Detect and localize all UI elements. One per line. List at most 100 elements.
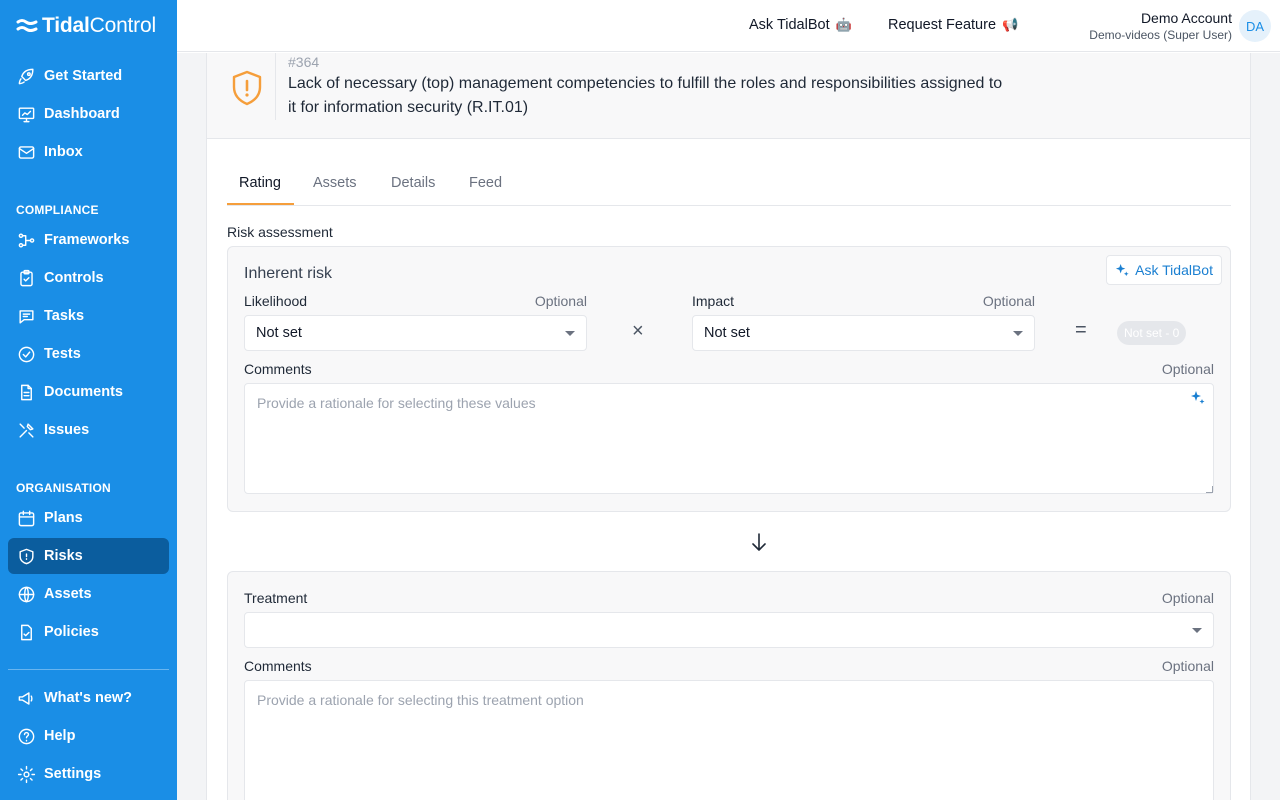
- sidebar-item-whats-new[interactable]: What's new?: [8, 680, 169, 716]
- robot-icon: 🤖: [835, 17, 852, 32]
- sidebar-item-tasks[interactable]: Tasks: [8, 298, 169, 334]
- topbar: Ask TidalBot 🤖 Request Feature 📢 Demo Ac…: [177, 0, 1280, 52]
- clipboard-icon: [16, 268, 36, 288]
- sidebar: TidalControl Get Started Dashboard Inbox…: [0, 0, 177, 800]
- section-label-compliance: COMPLIANCE: [16, 203, 99, 217]
- treatment-panel: Treatment Optional Comments Optional Pro…: [227, 571, 1231, 800]
- chevron-down-icon: [1013, 331, 1023, 336]
- treatment-select[interactable]: [244, 612, 1214, 648]
- globe-icon: [16, 584, 36, 604]
- sidebar-item-label: Tests: [44, 346, 81, 362]
- megaphone-icon: 📢: [1002, 17, 1019, 32]
- flow-icon: [16, 230, 36, 250]
- sidebar-item-label: Inbox: [44, 144, 83, 160]
- sidebar-item-label: Plans: [44, 510, 83, 526]
- sidebar-item-risks[interactable]: Risks: [8, 538, 169, 574]
- calendar-icon: [16, 508, 36, 528]
- sidebar-item-controls[interactable]: Controls: [8, 260, 169, 296]
- sidebar-item-label: Risks: [44, 548, 83, 564]
- inherent-score-badge: Not set - 0: [1117, 321, 1187, 345]
- treatment-comments-textarea[interactable]: Provide a rationale for selecting this t…: [244, 680, 1214, 800]
- sidebar-item-assets[interactable]: Assets: [8, 576, 169, 612]
- sparkle-icon[interactable]: [1190, 390, 1206, 406]
- likelihood-value: Not set: [256, 325, 302, 341]
- account-name: Demo Account: [1140, 10, 1232, 26]
- sidebar-item-label: Assets: [44, 586, 92, 602]
- sidebar-item-label: Help: [44, 728, 76, 744]
- active-tab-indicator: [227, 203, 294, 205]
- tab-feed[interactable]: Feed: [469, 175, 502, 191]
- megaphone-icon: [16, 688, 36, 708]
- comments-optional: Optional: [1161, 361, 1214, 377]
- account-menu[interactable]: Demo Account Demo-videos (Super User): [1089, 10, 1232, 42]
- sidebar-item-dashboard[interactable]: Dashboard: [8, 96, 169, 132]
- avatar[interactable]: DA: [1239, 10, 1271, 42]
- shield-warning-icon: [232, 70, 262, 106]
- document-icon: [16, 382, 36, 402]
- account-subtitle: Demo-videos (Super User): [1089, 28, 1232, 42]
- sidebar-item-label: Controls: [44, 270, 104, 286]
- main-content: #364 Lack of necessary (top) management …: [177, 53, 1280, 800]
- chat-icon: [16, 306, 36, 326]
- brand-name: TidalControl: [42, 14, 156, 37]
- sidebar-item-frameworks[interactable]: Frameworks: [8, 222, 169, 258]
- gear-icon: [16, 764, 36, 784]
- risk-assessment-heading: Risk assessment: [227, 224, 333, 240]
- brand-logo[interactable]: TidalControl: [16, 14, 156, 38]
- sidebar-item-tests[interactable]: Tests: [8, 336, 169, 372]
- treatment-comments-optional: Optional: [1161, 658, 1214, 674]
- mail-icon: [16, 142, 36, 162]
- inherent-comments-textarea[interactable]: Provide a rationale for selecting these …: [244, 383, 1214, 494]
- tab-rating[interactable]: Rating: [239, 175, 281, 191]
- help-icon: [16, 726, 36, 746]
- risk-header: #364 Lack of necessary (top) management …: [207, 53, 1250, 139]
- sidebar-item-label: Tasks: [44, 308, 85, 324]
- impact-value: Not set: [704, 325, 750, 341]
- ask-tidalbot-button-label: Ask TidalBot: [1135, 262, 1213, 278]
- sidebar-item-settings[interactable]: Settings: [8, 756, 169, 792]
- likelihood-select[interactable]: Not set: [244, 315, 587, 351]
- rocket-icon: [16, 66, 36, 86]
- sidebar-item-label: Issues: [44, 422, 90, 438]
- request-feature-label: Request Feature: [888, 17, 997, 33]
- ask-tidalbot-link[interactable]: Ask TidalBot 🤖: [749, 17, 852, 33]
- tab-assets[interactable]: Assets: [313, 175, 357, 191]
- header-divider: [275, 53, 276, 120]
- sidebar-item-label: Policies: [44, 624, 99, 640]
- tab-details[interactable]: Details: [391, 175, 435, 191]
- sidebar-item-label: Get Started: [44, 68, 123, 84]
- sidebar-divider: [8, 669, 169, 670]
- equals-icon: =: [1075, 319, 1087, 341]
- shield-icon: [16, 546, 36, 566]
- chart-icon: [16, 104, 36, 124]
- impact-optional: Optional: [982, 293, 1035, 309]
- sidebar-item-issues[interactable]: Issues: [8, 412, 169, 448]
- risk-title: Lack of necessary (top) management compe…: [288, 75, 1003, 116]
- policy-icon: [16, 622, 36, 642]
- sidebar-item-policies[interactable]: Policies: [8, 614, 169, 650]
- sidebar-item-inbox[interactable]: Inbox: [8, 134, 169, 170]
- tab-bar: Rating Assets Details Feed: [227, 163, 1231, 206]
- risk-card: #364 Lack of necessary (top) management …: [206, 53, 1251, 800]
- sidebar-item-label: What's new?: [44, 690, 133, 706]
- inherent-risk-title: Inherent risk: [244, 265, 333, 282]
- resize-handle-icon[interactable]: [1206, 486, 1213, 493]
- sidebar-item-help[interactable]: Help: [8, 718, 169, 754]
- sidebar-item-get-started[interactable]: Get Started: [8, 58, 169, 94]
- treatment-optional: Optional: [1161, 590, 1214, 606]
- inherent-risk-panel: Inherent risk Ask TidalBot Likelihood Op…: [227, 246, 1231, 512]
- wave-logo-icon: [16, 19, 38, 32]
- ask-tidalbot-button[interactable]: Ask TidalBot: [1106, 255, 1222, 285]
- treatment-comments-label: Comments: [244, 658, 312, 674]
- sidebar-item-documents[interactable]: Documents: [8, 374, 169, 410]
- sidebar-item-label: Dashboard: [44, 106, 120, 122]
- impact-select[interactable]: Not set: [692, 315, 1035, 351]
- sidebar-item-plans[interactable]: Plans: [8, 500, 169, 536]
- sidebar-item-label: Documents: [44, 384, 123, 400]
- sidebar-item-label: Settings: [44, 766, 102, 782]
- section-label-organisation: ORGANISATION: [16, 481, 111, 495]
- request-feature-link[interactable]: Request Feature 📢: [888, 17, 1018, 33]
- chevron-down-icon: [565, 331, 575, 336]
- sparkle-icon: [1116, 263, 1129, 276]
- ask-tidalbot-label: Ask TidalBot: [749, 17, 830, 33]
